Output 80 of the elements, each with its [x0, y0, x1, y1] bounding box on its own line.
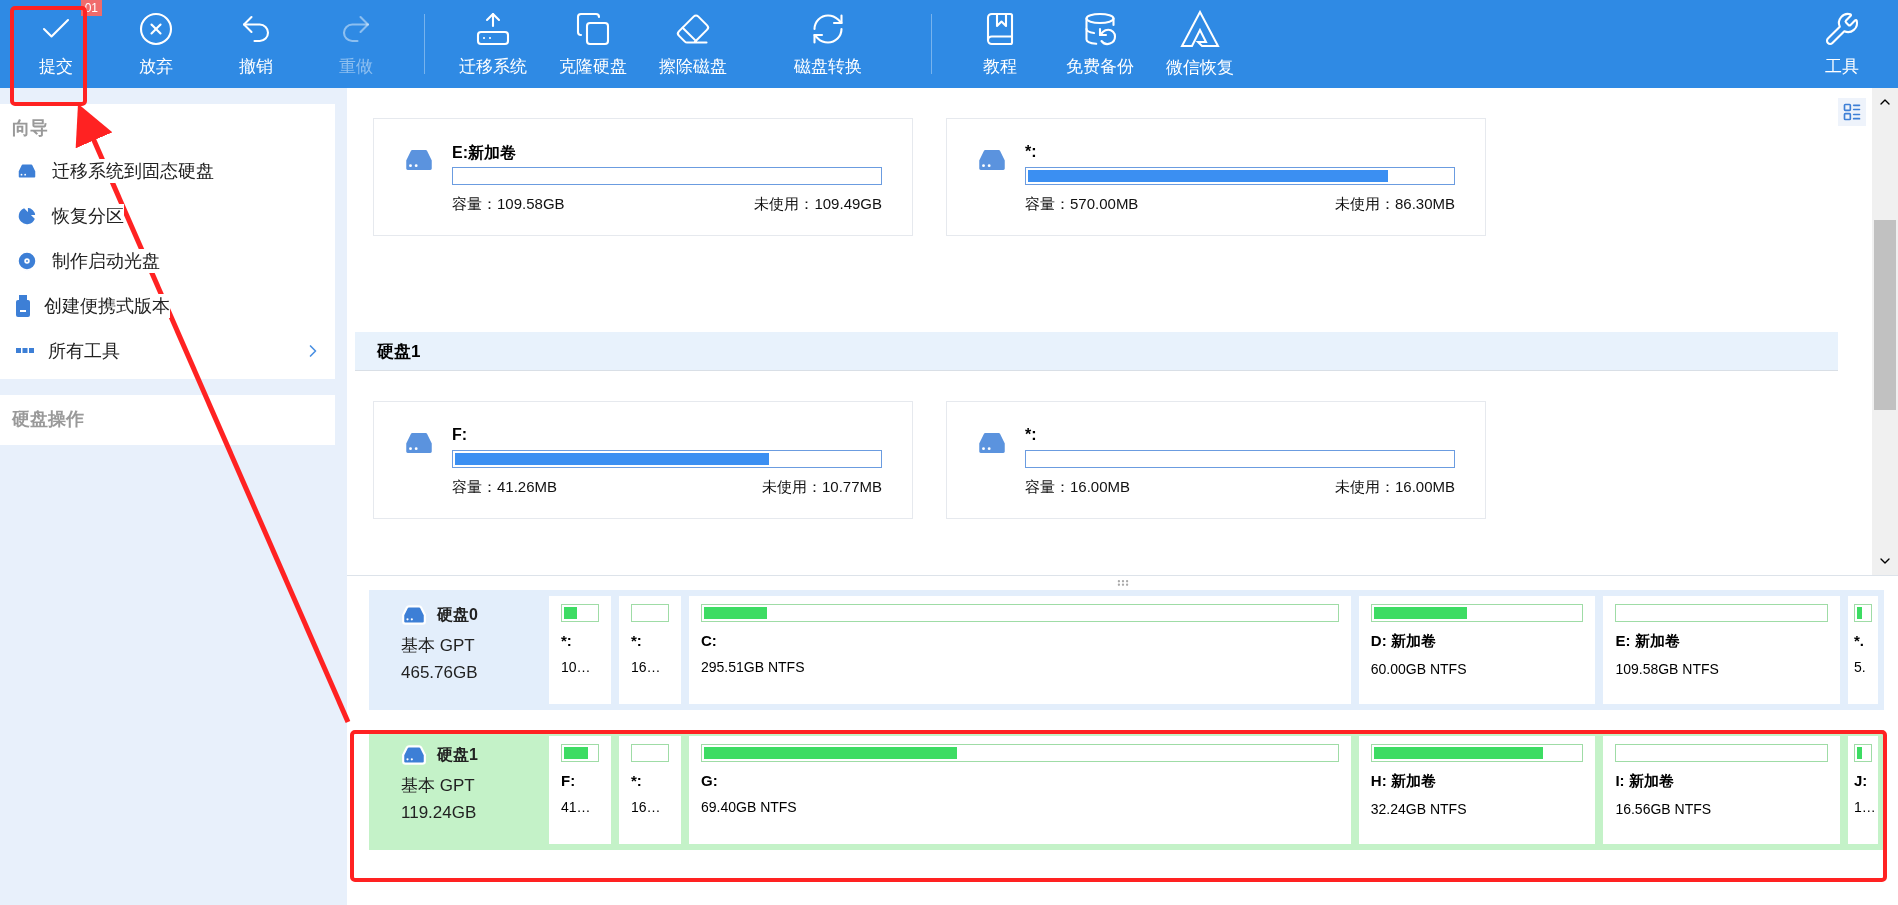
disk-header: 硬盘1: [355, 332, 1838, 371]
partition-name: F:: [452, 426, 469, 445]
unused-text: 未使用：16.00MB: [1334, 478, 1455, 497]
partition-name: H: 新加卷: [1370, 772, 1437, 791]
partition-name: *:: [631, 772, 643, 789]
partition-info: 5.: [1854, 659, 1867, 675]
disk-size: 119.24GB: [401, 803, 478, 823]
drive-arrow-icon: [475, 10, 511, 47]
partition-block[interactable]: *. 5.: [1848, 596, 1878, 704]
disk-size: 465.76GB: [401, 663, 479, 683]
disk-row[interactable]: 硬盘0 基本 GPT 465.76GB *: 10… *: 16… C: 295.51GB NTFS D: 新加卷 60.00GB NTFS E: 新加卷 109.58GB NTFS *. 5.: [369, 590, 1884, 710]
capacity-text: 容量：16.00MB: [1025, 478, 1131, 497]
partition-info: 69.40GB NTFS: [701, 799, 798, 815]
partition-block[interactable]: *: 10…: [549, 596, 611, 704]
partition-block[interactable]: I: 新加卷 16.56GB NTFS: [1603, 736, 1840, 844]
partition-info: 295.51GB NTFS: [701, 659, 806, 675]
partition-info: 41…: [561, 799, 592, 815]
hard-drive-icon: [401, 742, 427, 768]
partition-info: 16…: [631, 659, 662, 675]
partition-card[interactable]: E:新加卷 容量：109.58GB 未使用：109.49GB: [373, 118, 913, 236]
partition-info: 1…: [1854, 799, 1872, 815]
partition-block[interactable]: C: 295.51GB NTFS: [689, 596, 1351, 704]
section-title: 向导: [11, 117, 49, 140]
partition-name: G:: [701, 772, 719, 789]
partition-name: C:: [701, 632, 718, 649]
disk-name: 硬盘0: [437, 604, 478, 625]
view-toggle-icon[interactable]: [1838, 98, 1866, 126]
partition-info: 10…: [561, 659, 592, 675]
circle-x-icon: [138, 10, 174, 47]
partition-name: *.: [1854, 632, 1865, 649]
disk-type: 基本 GPT: [401, 635, 476, 657]
partition-info: 16.56GB NTFS: [1615, 801, 1713, 817]
partition-card[interactable]: F: 容量：41.26MB 未使用：10.77MB: [373, 401, 913, 519]
partition-block[interactable]: E: 新加卷 109.58GB NTFS: [1603, 596, 1840, 704]
partition-block[interactable]: G: 69.40GB NTFS: [689, 736, 1351, 844]
partition-card[interactable]: *: 容量：16.00MB 未使用：16.00MB: [946, 401, 1486, 519]
partition-name: *:: [561, 632, 573, 649]
partition-block[interactable]: *: 16…: [619, 596, 681, 704]
disk-type: 基本 GPT: [401, 775, 476, 797]
partition-block[interactable]: D: 新加卷 60.00GB NTFS: [1358, 596, 1596, 704]
partition-block[interactable]: F: 41…: [549, 736, 611, 844]
partition-name: D: 新加卷: [1370, 632, 1437, 651]
partition-name: *:: [1025, 143, 1038, 162]
partition-name: *:: [1025, 426, 1038, 445]
more-icon: [16, 348, 34, 353]
unused-text: 未使用：10.77MB: [761, 478, 882, 497]
partition-block[interactable]: J: 1…: [1848, 736, 1878, 844]
capacity-text: 容量：570.00MB: [1025, 195, 1139, 214]
usb-stick-icon: [16, 294, 30, 317]
partition-name: *:: [631, 632, 643, 649]
sidebar-item[interactable]: 所有工具: [0, 328, 335, 373]
partition-info: 16…: [631, 799, 662, 815]
partition-card[interactable]: *: 容量：570.00MB 未使用：86.30MB: [946, 118, 1486, 236]
unused-text: 未使用：86.30MB: [1334, 195, 1455, 214]
partition-name: J:: [1854, 772, 1869, 789]
database-icon: [1082, 10, 1118, 47]
disk-name: 硬盘1: [437, 744, 478, 765]
scrollbar[interactable]: [1872, 88, 1898, 575]
capacity-text: 容量：41.26MB: [452, 478, 558, 497]
sidebar-item[interactable]: 迁移系统到固态硬盘: [0, 148, 335, 193]
partition-block[interactable]: H: 新加卷 32.24GB NTFS: [1358, 736, 1596, 844]
copy-icon: [575, 10, 611, 47]
partition-name: F:: [561, 772, 577, 789]
partition-name: I: 新加卷: [1615, 772, 1675, 791]
partition-name: E:新加卷: [452, 143, 517, 163]
partition-info: 60.00GB NTFS: [1370, 661, 1468, 677]
partition-info: 109.58GB NTFS: [1615, 661, 1720, 677]
sidebar-item[interactable]: 制作启动光盘: [0, 238, 335, 283]
hard-drive-icon: [401, 602, 427, 628]
partition-info: 32.24GB NTFS: [1370, 801, 1468, 817]
section-title: 硬盘操作: [11, 408, 85, 431]
sidebar-item[interactable]: 创建便携式版本: [0, 283, 335, 328]
triangle-logo-icon: [1180, 9, 1220, 48]
unused-text: 未使用：109.49GB: [754, 195, 882, 214]
partition-name: E: 新加卷: [1615, 632, 1681, 651]
disc-icon: [16, 249, 38, 272]
settings-icon: [1824, 10, 1860, 47]
partition-block[interactable]: *: 16…: [619, 736, 681, 844]
sidebar-item[interactable]: 恢复分区: [0, 193, 335, 238]
capacity-text: 容量：109.58GB: [452, 195, 565, 214]
